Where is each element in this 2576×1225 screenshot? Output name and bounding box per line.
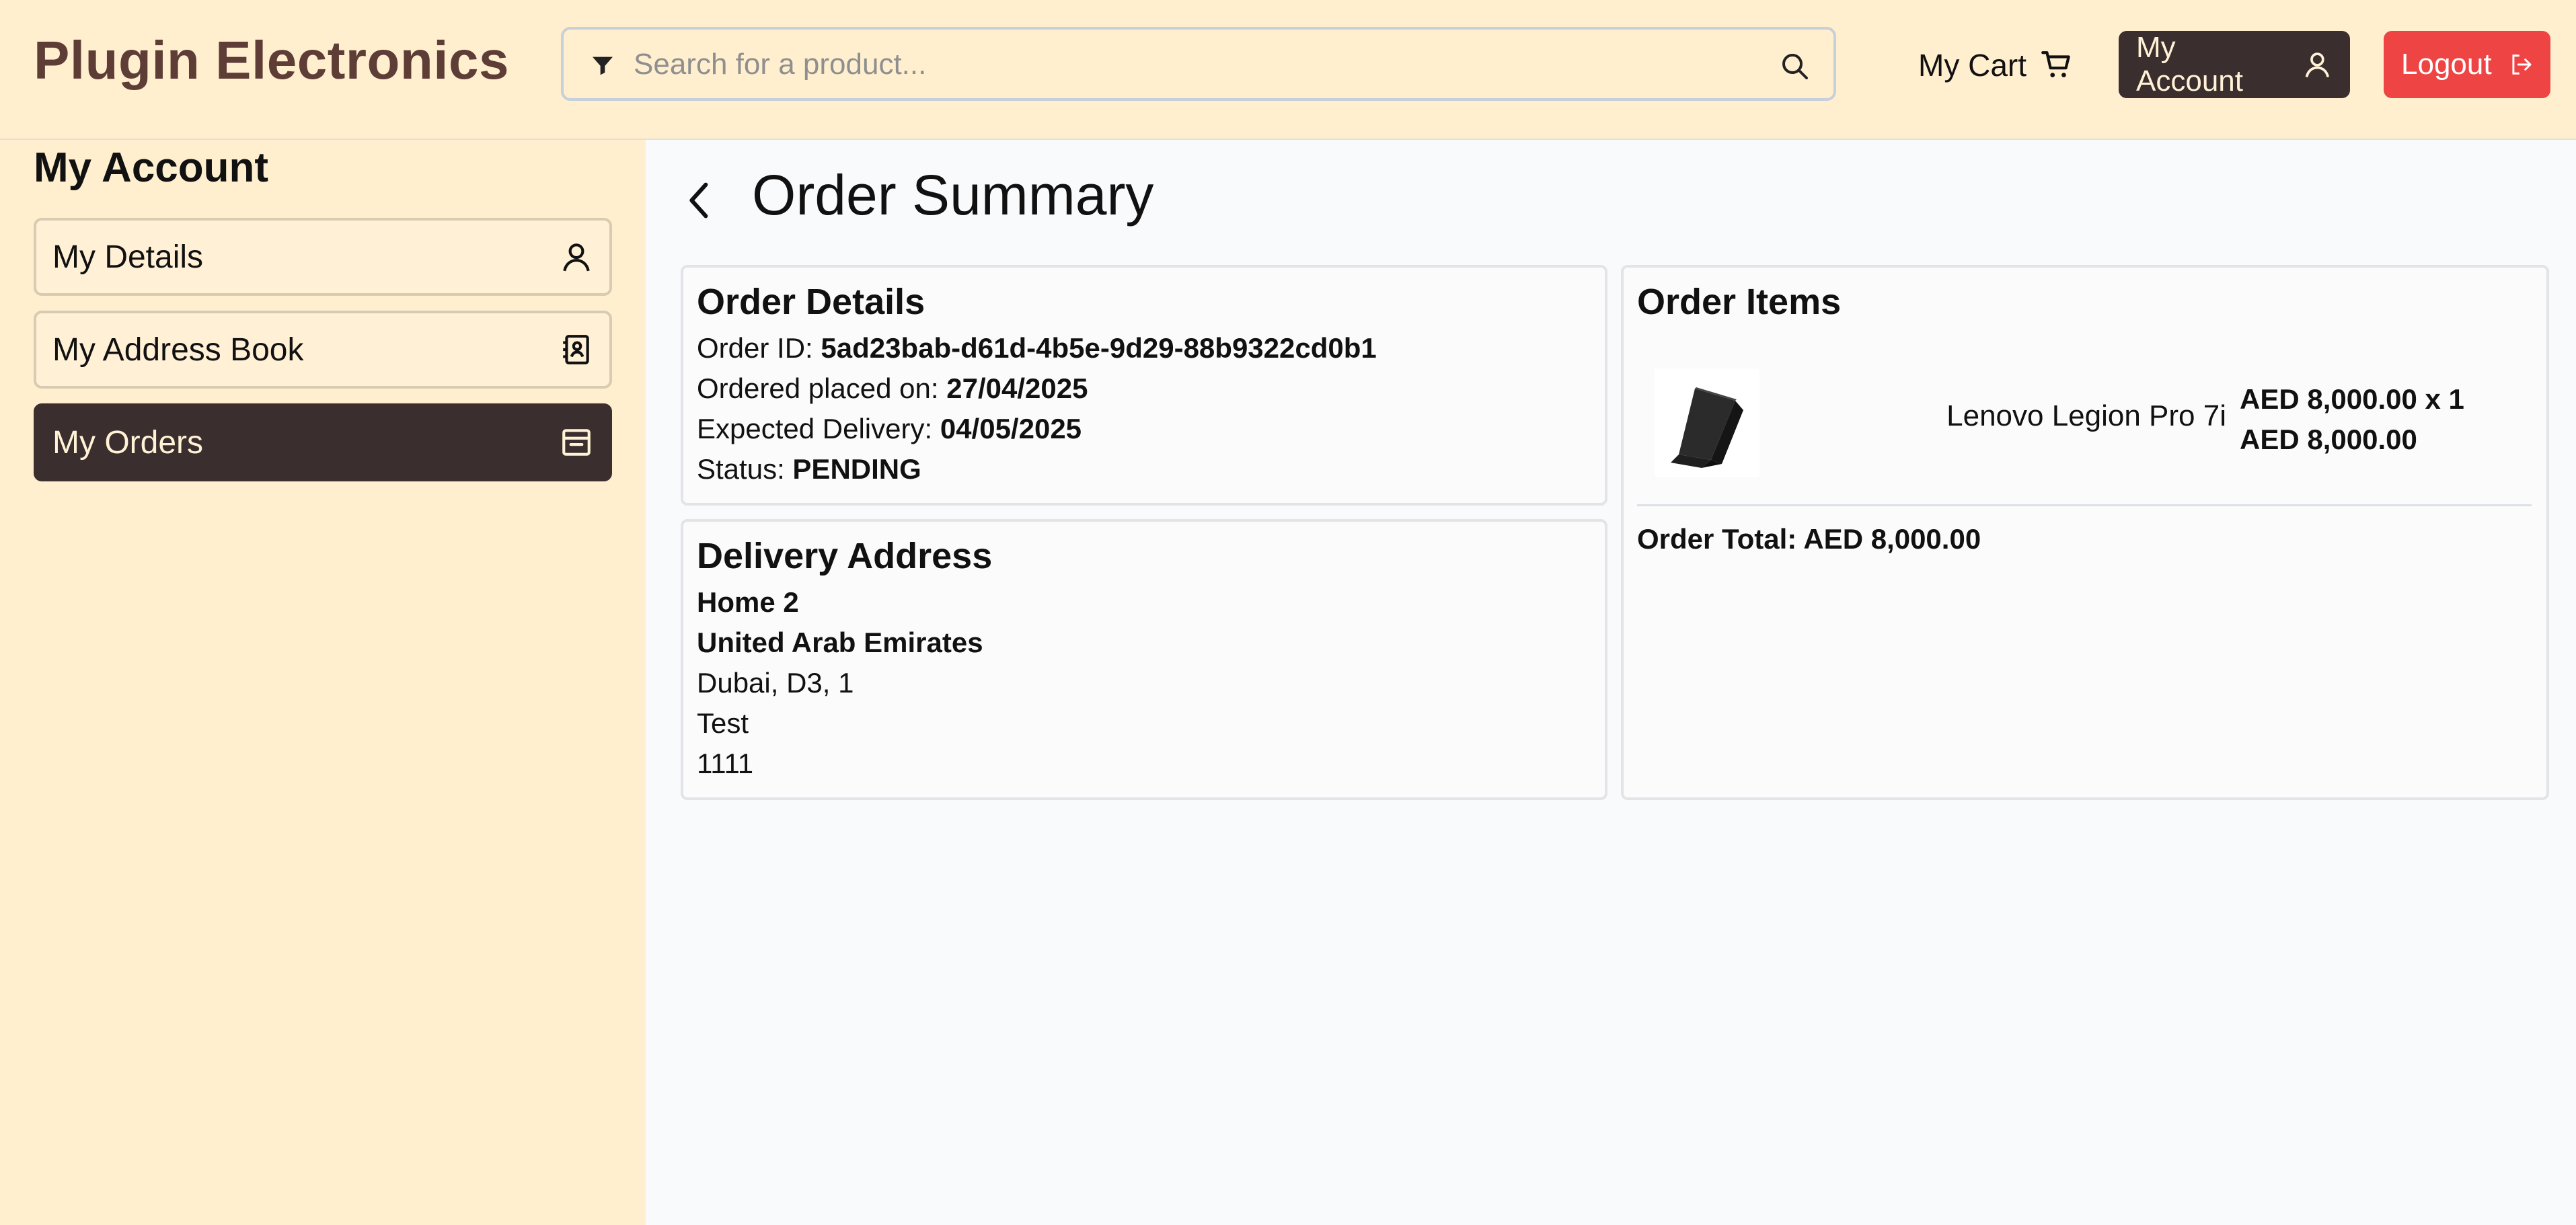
address-name: Home 2 [697,586,799,618]
search-bar [561,27,1836,101]
search-icon[interactable] [1778,50,1811,82]
my-account-label: My Account [2136,31,2243,97]
filter-icon[interactable] [589,52,616,79]
order-status-value: PENDING [792,453,921,485]
sidebar-item-label: My Orders [52,424,204,461]
order-id-label: Order ID: [697,332,813,364]
expected-delivery-value: 04/05/2025 [940,413,1082,444]
order-status-label: Status: [697,453,785,485]
product-price: AED 8,000.00 x 1 AED 8,000.00 [2240,379,2464,460]
order-total: Order Total: AED 8,000.00 [1637,523,1981,555]
product-name[interactable]: Lenovo Legion Pro 7i [1944,399,2226,433]
sidebar-item-label: My Details [52,239,204,275]
logout-icon [2512,54,2532,75]
order-details-title: Order Details [697,282,925,322]
address-line-2: 1111 [697,748,754,779]
account-sidebar: My Account My Details My Address Book My… [0,140,646,1225]
user-icon [563,243,590,272]
delivery-address-card: Delivery Address Home 2 United Arab Emir… [681,519,1607,800]
product-subtotal: AED 8,000.00 [2240,424,2417,455]
sidebar-item-my-details[interactable]: My Details [34,218,612,296]
brand-logo[interactable]: Plugin Electronics [34,30,509,91]
address-country: United Arab Emirates [697,627,983,658]
my-account-button[interactable]: My Account [2119,31,2350,98]
address-line-1: Test [697,707,749,739]
sidebar-item-my-orders[interactable]: My Orders [34,403,612,481]
cart-label: My Cart [1918,48,2026,83]
page-title: Order Summary [752,163,1154,227]
items-divider [1637,504,2532,506]
delivery-address-title: Delivery Address [697,536,993,576]
sidebar-item-label: My Address Book [52,331,304,368]
archive-box-icon [562,429,591,456]
order-placed-label: Ordered placed on: [697,372,939,404]
product-unit-price: AED 8,000.00 x 1 [2240,383,2464,415]
laptop-image [1671,387,1743,468]
sidebar-title: My Account [34,145,269,191]
search-input[interactable] [632,39,1725,90]
order-details-card: Order Details Order ID: 5ad23bab-d61d-4b… [681,265,1607,506]
order-placed-row: Ordered placed on: 27/04/2025 [697,368,1591,409]
logout-label: Logout [2401,48,2492,81]
order-items-title: Order Items [1637,282,1842,322]
expected-delivery-label: Expected Delivery: [697,413,933,444]
order-id-value: 5ad23bab-d61d-4b5e-9d29-88b9322cd0b1 [821,332,1377,364]
sidebar-item-address-book[interactable]: My Address Book [34,311,612,389]
product-thumbnail[interactable] [1655,368,1759,477]
app: Plugin Electronics My Cart My Account [0,0,2576,1225]
top-header: Plugin Electronics My Cart My Account [0,0,2576,140]
cart-icon [2041,51,2070,77]
order-id-row: Order ID: 5ad23bab-d61d-4b5e-9d29-88b932… [697,328,1591,368]
back-arrow-icon[interactable] [681,177,718,223]
address-city: Dubai, D3, 1 [697,667,854,699]
address-book-icon [563,335,589,364]
order-placed-value: 27/04/2025 [946,372,1088,404]
order-status-row: Status: PENDING [697,449,1591,489]
expected-delivery-row: Expected Delivery: 04/05/2025 [697,409,1591,449]
logout-button[interactable]: Logout [2384,31,2550,98]
cart-link[interactable]: My Cart [1918,42,2074,89]
order-item-row: Lenovo Legion Pro 7i AED 8,000.00 x 1 AE… [1648,368,2529,483]
order-items-card: Order Items Lenovo Legion Pro 7i AED 8,0… [1621,265,2549,800]
user-icon [2305,52,2330,78]
